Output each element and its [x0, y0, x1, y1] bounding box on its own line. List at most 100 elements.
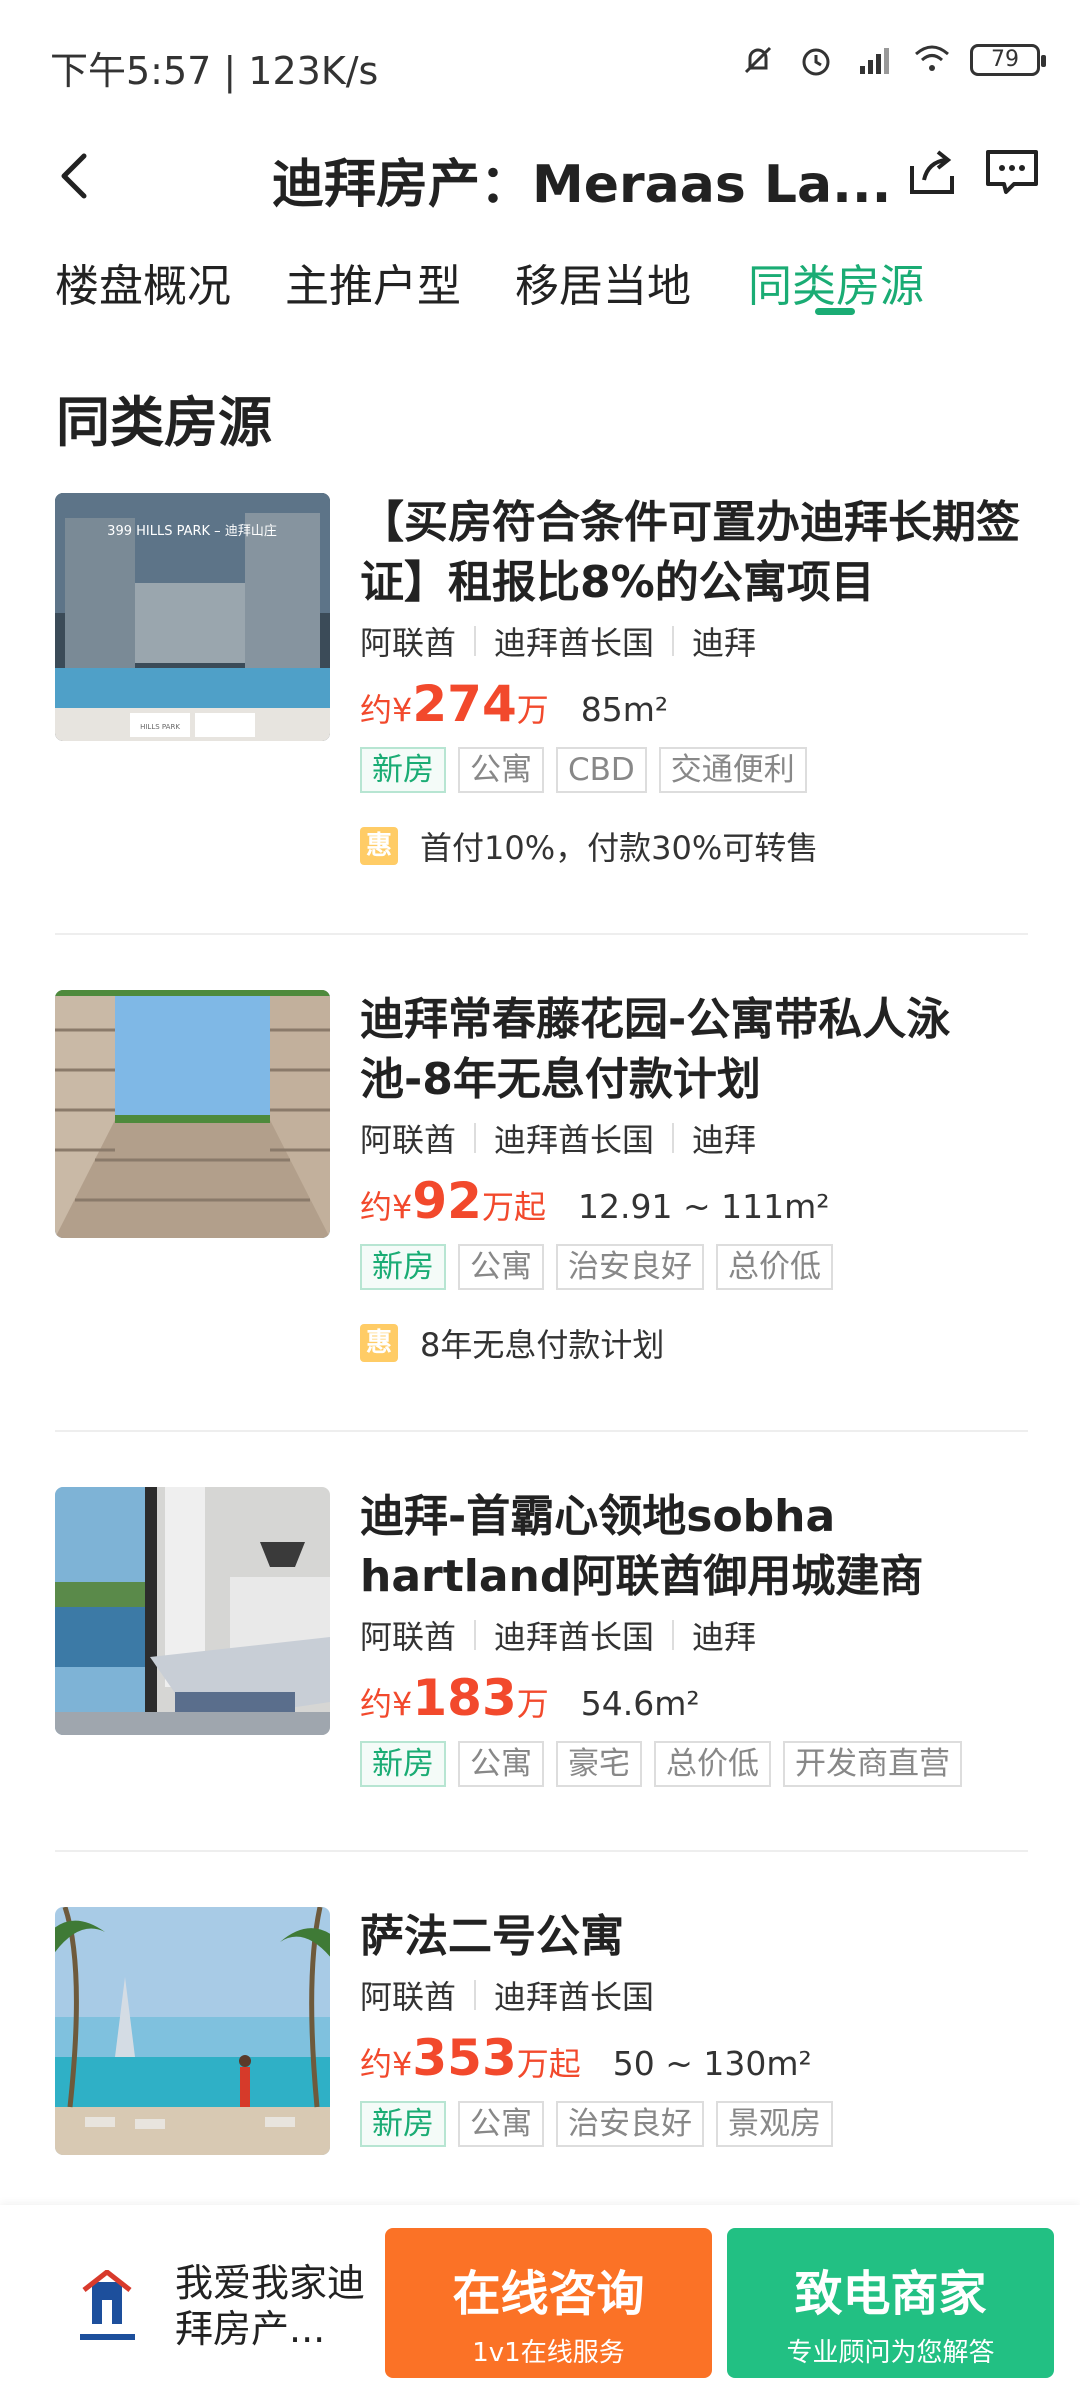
listing-card[interactable]: 迪拜-首霸心领地sobha hartland阿联酋御用城建商 阿联酋 迪拜酋长国…: [0, 1487, 1080, 1847]
status-bar: 下午5:57 | 123K/s 79: [0, 0, 1080, 120]
tag: 治安良好: [556, 2101, 704, 2147]
tag: 新房: [360, 2101, 446, 2147]
tag-list: 新房 公寓 豪宅 总价低 开发商直营: [360, 1741, 1025, 1787]
listing-image[interactable]: [55, 990, 330, 1238]
price-row: 约¥ 92 万起 12.91 ~ 111m²: [360, 1172, 1025, 1232]
price-unit: 万起: [481, 1188, 546, 1226]
listing-image[interactable]: [55, 1487, 330, 1735]
tag: 豪宅: [556, 1741, 642, 1787]
section-title: 同类房源: [56, 391, 272, 454]
price-prefix: 约¥: [360, 691, 413, 729]
price-value: 353: [412, 2029, 517, 2087]
price-value: 92: [412, 1172, 482, 1230]
tab-bar: 楼盘概况 主推户型 移居当地 同类房源: [0, 240, 1080, 330]
listing-card[interactable]: 399 HILLS PARK – 迪拜山庄 HILLS PARK 【买房符合条件…: [0, 493, 1080, 933]
price-unit: 万: [516, 1685, 549, 1723]
location-country: 阿联酋: [360, 624, 457, 662]
listing-title[interactable]: 【买房符合条件可置办迪拜长期签证】租报比8%的公寓项目: [360, 493, 1025, 613]
tab-relocate[interactable]: 移居当地: [515, 250, 691, 314]
location-city: 迪拜: [692, 624, 757, 662]
call-label: 致电商家: [794, 2266, 987, 2322]
tag-list: 新房 公寓 治安良好 景观房: [360, 2101, 1025, 2147]
listing-title[interactable]: 迪拜-首霸心领地sobha hartland阿联酋御用城建商: [360, 1487, 1025, 1607]
discount-badge: 惠: [360, 827, 398, 865]
message-icon[interactable]: [984, 146, 1040, 198]
tag: 交通便利: [658, 747, 807, 793]
price-prefix: 约¥: [360, 2045, 413, 2083]
listing-title[interactable]: 萨法二号公寓: [360, 1907, 1025, 1967]
location-country: 阿联酋: [360, 1618, 457, 1656]
back-arrow-icon[interactable]: [50, 148, 100, 204]
tag: 公寓: [458, 1244, 544, 1290]
divider: [55, 1850, 1028, 1852]
tag: 总价低: [716, 1244, 833, 1290]
tag: 景观房: [716, 2101, 833, 2147]
tab-overview[interactable]: 楼盘概况: [55, 250, 231, 314]
svg-text:HILLS PARK: HILLS PARK: [140, 723, 180, 731]
wifi-icon: [915, 45, 949, 71]
area-value: 54.6m²: [580, 1684, 700, 1723]
tag: 新房: [360, 1244, 446, 1290]
tag: 公寓: [458, 747, 544, 793]
area-value: 85m²: [580, 690, 669, 729]
agent-logo[interactable]: [70, 2270, 145, 2350]
share-icon[interactable]: [906, 146, 958, 198]
tab-similar[interactable]: 同类房源: [748, 250, 924, 314]
price-row: 约¥ 274 万 85m²: [360, 675, 1025, 735]
price-value: 183: [412, 1669, 517, 1727]
mute-bell-icon: [744, 46, 772, 74]
header: 迪拜房产：Meraas La...: [0, 120, 1080, 230]
listing-location: 阿联酋 迪拜酋长国 迪拜: [360, 1615, 1025, 1656]
call-sublabel: 专业顾问为您解答: [786, 2338, 995, 2368]
price-unit: 万起: [516, 2045, 581, 2083]
location-emirate: 迪拜酋长国: [494, 1121, 655, 1159]
tag: 总价低: [654, 1741, 771, 1787]
active-tab-indicator: [815, 308, 855, 315]
status-icons: 79: [738, 40, 1046, 80]
area-value: 12.91 ~ 111m²: [577, 1187, 830, 1226]
location-city: 迪拜: [692, 1121, 757, 1159]
tag: CBD: [556, 747, 647, 793]
consult-sublabel: 1v1在线服务: [472, 2338, 625, 2368]
price-row: 约¥ 183 万 54.6m²: [360, 1669, 1025, 1729]
tag: 治安良好: [556, 1244, 704, 1290]
listing-image[interactable]: [55, 1907, 330, 2155]
tab-floorplans[interactable]: 主推户型: [285, 250, 461, 314]
tag: 开发商直营: [783, 1741, 962, 1787]
online-consult-button[interactable]: 在线咨询 1v1在线服务: [385, 2228, 712, 2378]
promo-text: 8年无息付款计划: [420, 1326, 665, 1364]
location-country: 阿联酋: [360, 1121, 457, 1159]
price-prefix: 约¥: [360, 1188, 413, 1226]
area-value: 50 ~ 130m²: [612, 2044, 812, 2083]
tag: 公寓: [458, 2101, 544, 2147]
listing-card[interactable]: 萨法二号公寓 阿联酋 迪拜酋长国 约¥ 353 万起 50 ~ 130m² 新房…: [0, 1907, 1080, 2207]
listing-location: 阿联酋 迪拜酋长国: [360, 1975, 1025, 2016]
promo-row: 惠 8年无息付款计划: [360, 1320, 1025, 1366]
tag: 新房: [360, 1741, 446, 1787]
divider: [55, 933, 1028, 935]
alarm-icon: [802, 48, 830, 76]
divider: [55, 1430, 1028, 1432]
price-value: 274: [412, 675, 517, 733]
location-city: 迪拜: [692, 1618, 757, 1656]
consult-label: 在线咨询: [452, 2266, 645, 2322]
listing-card[interactable]: 迪拜常春藤花园-公寓带私人泳池-8年无息付款计划 阿联酋 迪拜酋长国 迪拜 约¥…: [0, 990, 1080, 1430]
listing-image[interactable]: 399 HILLS PARK – 迪拜山庄 HILLS PARK: [55, 493, 330, 741]
tag-list: 新房 公寓 治安良好 总价低: [360, 1244, 1025, 1290]
location-emirate: 迪拜酋长国: [494, 1978, 655, 2016]
bottom-action-bar: 我爱我家迪拜房产... 在线咨询 1v1在线服务 致电商家 专业顾问为您解答: [0, 2205, 1080, 2400]
price-row: 约¥ 353 万起 50 ~ 130m²: [360, 2029, 1025, 2089]
call-merchant-button[interactable]: 致电商家 专业顾问为您解答: [727, 2228, 1054, 2378]
battery-icon: 79: [970, 44, 1046, 76]
price-prefix: 约¥: [360, 1685, 413, 1723]
tag: 新房: [360, 747, 446, 793]
listing-title[interactable]: 迪拜常春藤花园-公寓带私人泳池-8年无息付款计划: [360, 990, 1025, 1110]
tag-list: 新房 公寓 CBD 交通便利: [360, 747, 1025, 793]
discount-badge: 惠: [360, 1324, 398, 1362]
page-title: 迪拜房产：Meraas La...: [272, 155, 892, 215]
svg-text:399 HILLS PARK – 迪拜山庄: 399 HILLS PARK – 迪拜山庄: [107, 523, 277, 539]
location-emirate: 迪拜酋长国: [494, 624, 655, 662]
listing-location: 阿联酋 迪拜酋长国 迪拜: [360, 621, 1025, 662]
promo-text: 首付10%，付款30%可转售: [420, 829, 819, 867]
agent-name[interactable]: 我爱我家迪拜房产...: [175, 2260, 385, 2352]
